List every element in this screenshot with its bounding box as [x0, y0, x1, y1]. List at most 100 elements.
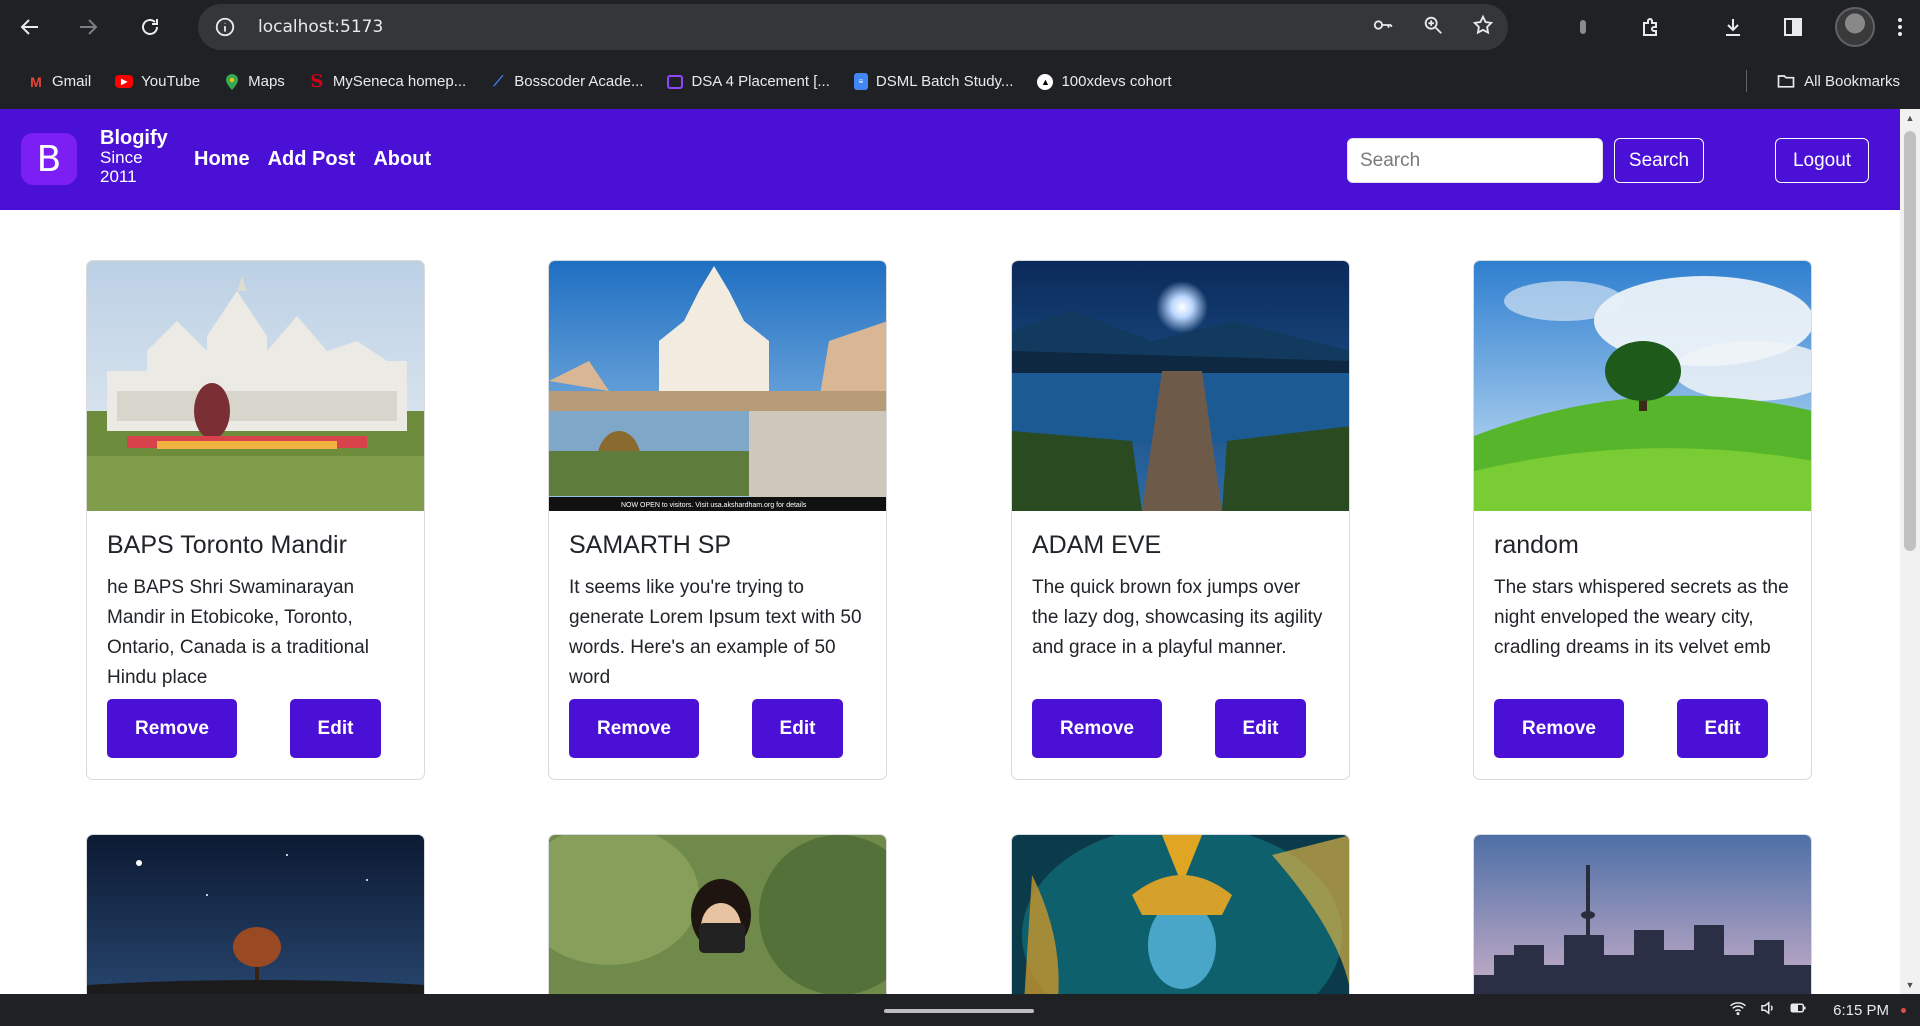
brand-logo[interactable]: B — [21, 133, 77, 185]
gmail-icon: M — [30, 73, 42, 90]
forward-icon[interactable] — [73, 12, 103, 42]
all-bookmarks[interactable]: All Bookmarks — [1776, 66, 1900, 96]
address-bar[interactable]: localhost:5173 — [198, 4, 1508, 50]
zoom-icon[interactable] — [1422, 14, 1444, 41]
bookmarks-bar: M Gmail ▶ YouTube Maps S MySeneca homep.… — [0, 54, 1920, 109]
page-viewport: B Blogify Since 2011 Home Add Post About… — [0, 109, 1900, 994]
triangle-icon: ▲ — [1037, 73, 1054, 90]
bookmark-dsml[interactable]: ≡ DSML Batch Study... — [846, 67, 1022, 97]
post-card: ADAM EVE The quick brown fox jumps over … — [1011, 260, 1350, 780]
battery-icon[interactable] — [1789, 999, 1807, 1021]
edit-button[interactable]: Edit — [1215, 699, 1306, 758]
bookmarks-separator — [1746, 70, 1747, 92]
image-caption-text: NOW OPEN to visitors. Visit usa.akshardh… — [621, 502, 807, 509]
card-title: SAMARTH SP — [569, 531, 732, 559]
night-sky-tree-photo — [87, 835, 424, 994]
edit-button[interactable]: Edit — [752, 699, 843, 758]
seneca-icon: S — [310, 71, 324, 92]
browser-toolbar: localhost:5173 — [0, 0, 1920, 54]
toronto-skyline-photo — [1474, 835, 1811, 994]
krishna-art-photo — [1012, 835, 1349, 994]
side-panel-icon[interactable] — [1768, 0, 1818, 54]
card-title: BAPS Toronto Mandir — [107, 531, 347, 559]
remove-button[interactable]: Remove — [1032, 699, 1162, 758]
nav-add-post[interactable]: Add Post — [268, 148, 356, 171]
bosscoder-icon: ⟋ — [493, 73, 504, 89]
akshardham-temple-photo: NOW OPEN to visitors. Visit usa.akshardh… — [549, 261, 886, 511]
brand-since: Since 2011 — [100, 148, 143, 186]
card-body: ADAM EVE The quick brown fox jumps over … — [1012, 511, 1349, 779]
notification-dot — [1901, 1007, 1906, 1013]
post-card — [1473, 834, 1812, 994]
site-info-icon[interactable] — [208, 10, 242, 44]
nav-links: Home Add Post About — [194, 109, 431, 210]
logout-button[interactable]: Logout — [1775, 138, 1869, 183]
bookmark-myseneca[interactable]: S MySeneca homep... — [301, 67, 474, 97]
search-button[interactable]: Search — [1614, 138, 1704, 183]
scrollbar-thumb[interactable] — [1904, 131, 1916, 551]
extension-pin-icon[interactable] — [1558, 0, 1608, 54]
brand-name: Blogify — [100, 127, 168, 149]
volume-icon[interactable] — [1759, 999, 1777, 1021]
card-text: The quick brown fox jumps over the lazy … — [1032, 577, 1323, 658]
card-actions: Remove Edit — [107, 699, 404, 759]
post-card — [1011, 834, 1350, 994]
edit-button[interactable]: Edit — [290, 699, 381, 758]
photographer-photo — [549, 835, 886, 994]
card-body: SAMARTH SP It seems like you're trying t… — [549, 511, 886, 779]
scroll-up-arrow-icon[interactable]: ▲ — [1905, 113, 1915, 123]
lake-pier-night-photo — [1012, 261, 1349, 511]
extensions-icon[interactable] — [1626, 0, 1676, 54]
remove-button[interactable]: Remove — [569, 699, 699, 758]
bookmark-bosscoder[interactable]: ⟋ Bosscoder Acade... — [482, 67, 651, 97]
back-icon[interactable] — [15, 12, 45, 42]
system-tray: 6:15 PM — [1729, 994, 1906, 1026]
bookmark-gmail[interactable]: M Gmail — [20, 67, 99, 97]
menu-dots-icon[interactable] — [1880, 0, 1920, 54]
twitch-icon — [667, 74, 684, 89]
remove-button[interactable]: Remove — [107, 699, 237, 758]
card-actions: Remove Edit — [1494, 699, 1791, 759]
nav-about[interactable]: About — [373, 148, 431, 171]
bookmark-maps[interactable]: Maps — [216, 67, 293, 97]
card-title: random — [1494, 531, 1579, 559]
password-key-icon[interactable] — [1372, 14, 1394, 41]
bookmark-100xdevs[interactable]: ▲ 100xdevs cohort — [1029, 67, 1179, 97]
card-actions: Remove Edit — [569, 699, 866, 759]
folder-icon — [1777, 75, 1795, 88]
app-navbar: B Blogify Since 2011 Home Add Post About… — [0, 109, 1900, 210]
reload-icon[interactable] — [135, 12, 165, 42]
profile-avatar[interactable] — [1830, 0, 1880, 54]
youtube-icon: ▶ — [115, 75, 134, 88]
brand[interactable]: Blogify Since 2011 — [100, 127, 168, 186]
downloads-icon[interactable] — [1708, 0, 1758, 54]
docs-icon: ≡ — [853, 73, 868, 90]
taskbar-handle[interactable] — [884, 1009, 1034, 1013]
wifi-icon[interactable] — [1729, 999, 1747, 1021]
bookmark-youtube[interactable]: ▶ YouTube — [107, 67, 208, 97]
nav-home[interactable]: Home — [194, 148, 250, 171]
remove-button[interactable]: Remove — [1494, 699, 1624, 758]
search-input[interactable] — [1347, 138, 1603, 183]
card-text: he BAPS Shri Swaminarayan Mandir in Etob… — [107, 577, 369, 688]
post-card: random The stars whispered secrets as th… — [1473, 260, 1812, 780]
green-hill-tree-photo — [1474, 261, 1811, 511]
post-card: BAPS Toronto Mandir he BAPS Shri Swamina… — [86, 260, 425, 780]
url-text[interactable]: localhost:5173 — [258, 17, 383, 37]
scroll-down-arrow-icon[interactable]: ▼ — [1905, 980, 1915, 990]
card-body: BAPS Toronto Mandir he BAPS Shri Swamina… — [87, 511, 424, 779]
card-actions: Remove Edit — [1032, 699, 1329, 759]
white-temple-photo — [87, 261, 424, 511]
card-body: random The stars whispered secrets as th… — [1474, 511, 1811, 779]
clock-time[interactable]: 6:15 PM — [1833, 1002, 1889, 1019]
page-scrollbar[interactable]: ▲ ▼ — [1900, 109, 1920, 994]
post-card: NOW OPEN to visitors. Visit usa.akshardh… — [548, 260, 887, 780]
bookmark-star-icon[interactable] — [1472, 14, 1494, 41]
card-title: ADAM EVE — [1032, 531, 1162, 559]
bookmark-dsa[interactable]: DSA 4 Placement [... — [659, 67, 837, 97]
edit-button[interactable]: Edit — [1677, 699, 1768, 758]
post-card — [86, 834, 425, 994]
card-text: It seems like you're trying to generate … — [569, 577, 862, 688]
card-text: The stars whispered secrets as the night… — [1494, 577, 1789, 658]
post-card — [548, 834, 887, 994]
